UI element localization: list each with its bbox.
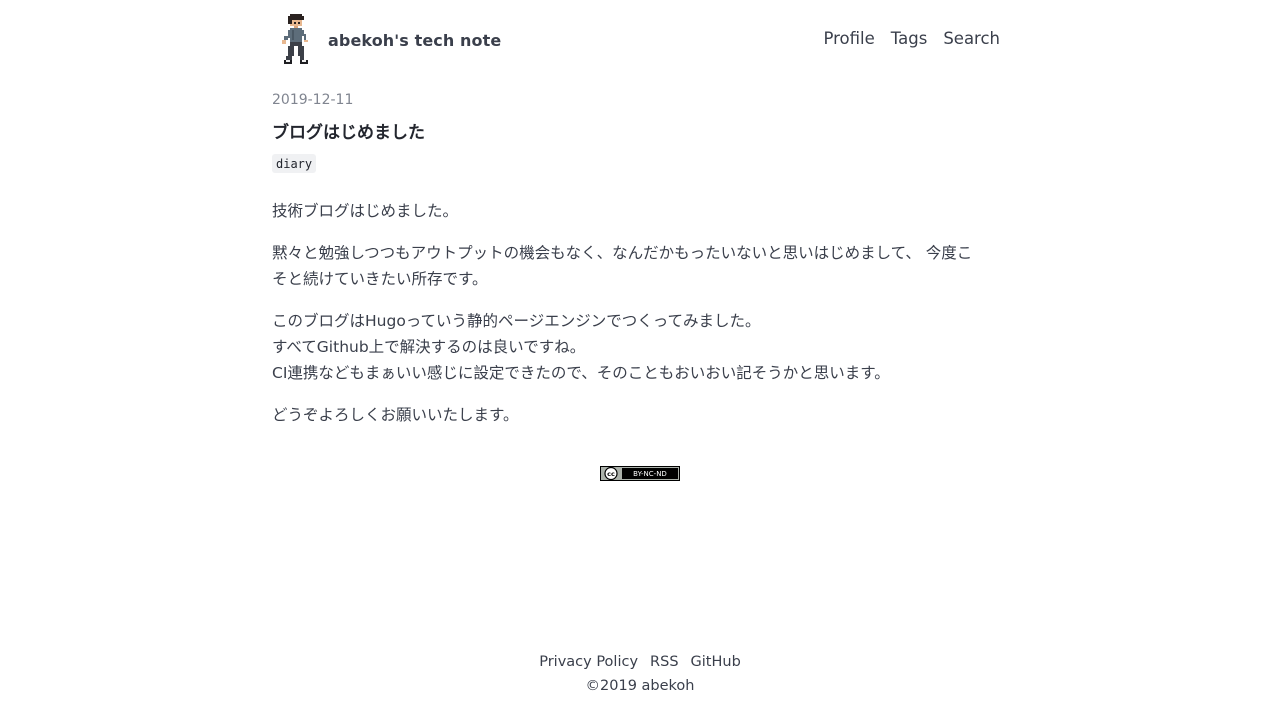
paragraph: このブログはHugoっていう静的ページエンジンでつくってみました。 すべてGit…: [272, 308, 1000, 386]
paragraph-line: そと続けていきたい所存です。: [272, 270, 488, 288]
footer-github-link[interactable]: GitHub: [691, 650, 741, 674]
paragraph-line: すべてGithub上で解決するのは良いですね。: [272, 338, 586, 356]
license-badge-text: BY-NC-ND: [633, 470, 667, 478]
paragraph: 技術ブログはじめました。: [272, 198, 1000, 224]
footer-links: Privacy Policy RSS GitHub: [0, 650, 1280, 674]
site-header: abekoh's tech note Profile Tags Search: [272, 14, 1000, 66]
paragraph: どうぞよろしくお願いいたします。: [272, 402, 1000, 428]
footer-privacy-policy-link[interactable]: Privacy Policy: [539, 650, 638, 674]
post-tags: diary: [272, 153, 317, 173]
home-link[interactable]: abekoh's tech note: [278, 14, 501, 66]
paragraph-line: 黙々と勉強しつつもアウトプットの機会もなく、なんだかもったいないと思いはじめまし…: [272, 244, 973, 262]
nav-profile-link[interactable]: Profile: [823, 29, 874, 48]
nav-search-link[interactable]: Search: [943, 29, 1000, 48]
site-footer: Privacy Policy RSS GitHub ©2019 abekoh: [0, 650, 1280, 698]
site-title: abekoh's tech note: [328, 30, 502, 50]
post-title: ブログはじめました: [272, 123, 425, 143]
post-date: 2019-12-11: [272, 92, 354, 108]
cc-text: cc: [607, 470, 615, 478]
paragraph-line: 技術ブログはじめました。: [272, 202, 459, 220]
paragraph: 黙々と勉強しつつもアウトプットの機会もなく、なんだかもったいないと思いはじめまし…: [272, 240, 1000, 292]
page: abekoh's tech note Profile Tags Search 2…: [0, 0, 1280, 720]
copyright: ©2019 abekoh: [585, 678, 695, 694]
post-body: 技術ブログはじめました。 黙々と勉強しつつもアウトプットの機会もなく、なんだかも…: [272, 198, 1000, 444]
footer-rss-link[interactable]: RSS: [650, 650, 678, 674]
nav-tags-link[interactable]: Tags: [891, 29, 928, 48]
pixel-character-avatar-icon: [282, 14, 308, 64]
main-nav: Profile Tags Search: [823, 29, 1000, 48]
tag-diary[interactable]: diary: [272, 154, 317, 173]
paragraph-line: どうぞよろしくお願いいたします。: [272, 406, 519, 424]
paragraph-line: このブログはHugoっていう静的ページエンジンでつくってみました。: [272, 312, 761, 330]
cc-license-badge-icon: cc BY-NC-ND: [600, 466, 680, 481]
paragraph-line: CI連携などもまぁいい感じに設定できたので、そのこともおいおい記そうかと思います…: [272, 364, 890, 382]
